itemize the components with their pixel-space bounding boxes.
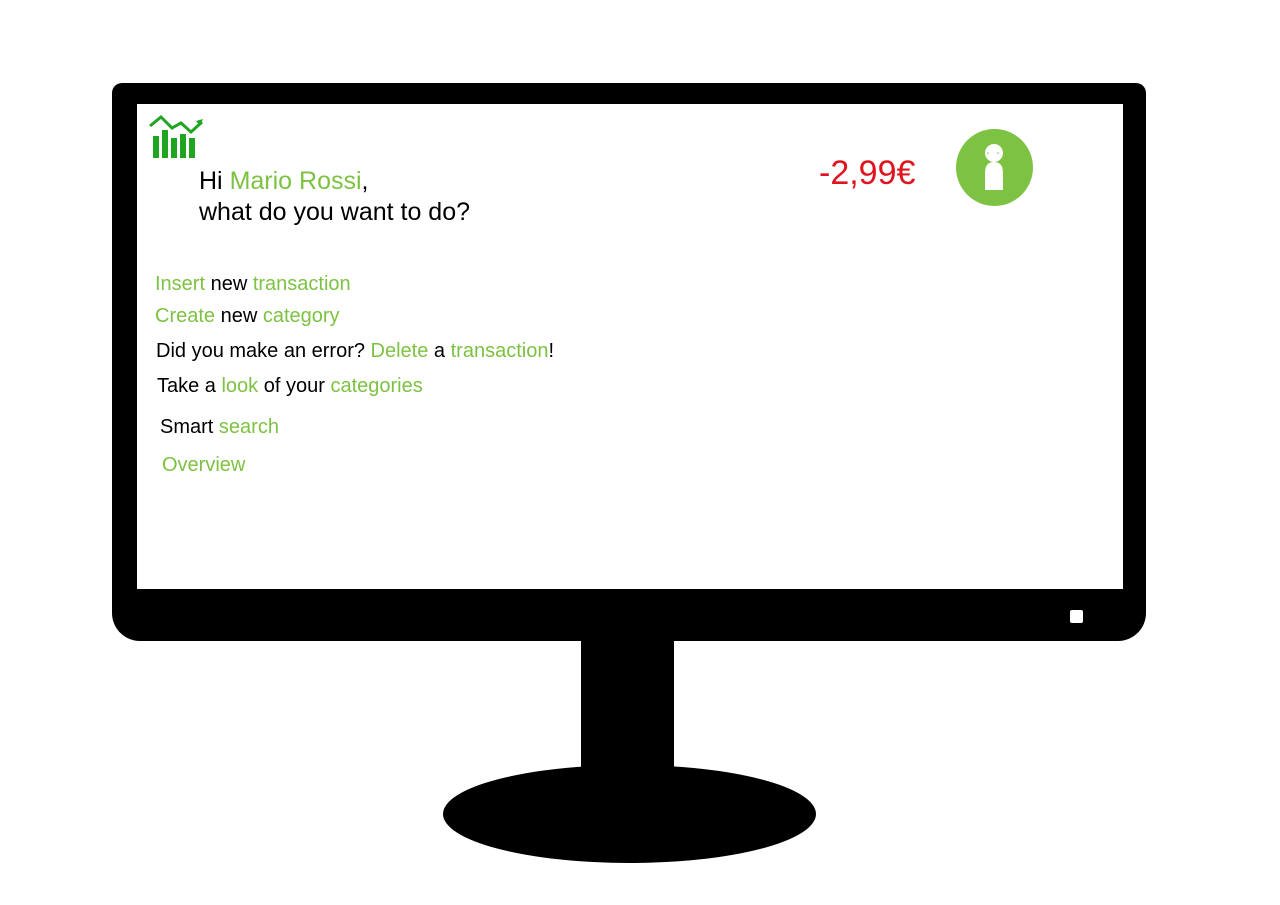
menu-text: a <box>428 340 451 362</box>
power-button <box>1070 610 1083 623</box>
menu-text: Did you make an error? <box>156 340 371 362</box>
monitor-stand-neck <box>581 635 674 785</box>
app-screen: Hi Mario Rossi, what do you want to do? … <box>137 104 1123 589</box>
menu-text: Take a <box>157 375 222 397</box>
monitor-stand-base <box>443 765 816 863</box>
transaction-link[interactable]: transaction <box>253 273 351 295</box>
transaction-link[interactable]: transaction <box>451 340 549 362</box>
greeting: Hi Mario Rossi, what do you want to do? <box>199 166 470 228</box>
insert-link[interactable]: Insert <box>155 273 205 295</box>
balance-amount: -2,99€ <box>819 154 916 192</box>
categories-link[interactable]: categories <box>330 375 422 397</box>
search-link[interactable]: search <box>219 416 279 438</box>
menu-text: ! <box>548 340 555 362</box>
menu-delete-transaction: Did you make an error? Delete a transact… <box>156 340 554 363</box>
menu-smart-search: Smart search <box>160 416 279 439</box>
user-avatar-icon[interactable] <box>956 129 1033 206</box>
category-link[interactable]: category <box>263 305 340 327</box>
overview-link[interactable]: Overview <box>162 454 245 476</box>
bar-chart-growth-icon <box>147 112 204 158</box>
greeting-question: what do you want to do? <box>199 198 471 226</box>
menu-insert-transaction: Insert new transaction <box>155 273 351 296</box>
menu-view-categories: Take a look of your categories <box>157 375 423 398</box>
greeting-prefix: Hi <box>199 167 230 195</box>
menu-text: new <box>215 305 263 327</box>
greeting-comma: , <box>361 167 369 195</box>
menu-create-category: Create new category <box>155 305 340 328</box>
menu-text: Smart <box>160 416 219 438</box>
user-name: Mario Rossi <box>229 167 362 195</box>
menu-text: of your <box>258 375 331 397</box>
look-link[interactable]: look <box>221 375 258 397</box>
menu-text: new <box>205 273 253 295</box>
create-link[interactable]: Create <box>155 305 215 327</box>
menu-overview: Overview <box>162 454 245 477</box>
delete-link[interactable]: Delete <box>371 340 429 362</box>
